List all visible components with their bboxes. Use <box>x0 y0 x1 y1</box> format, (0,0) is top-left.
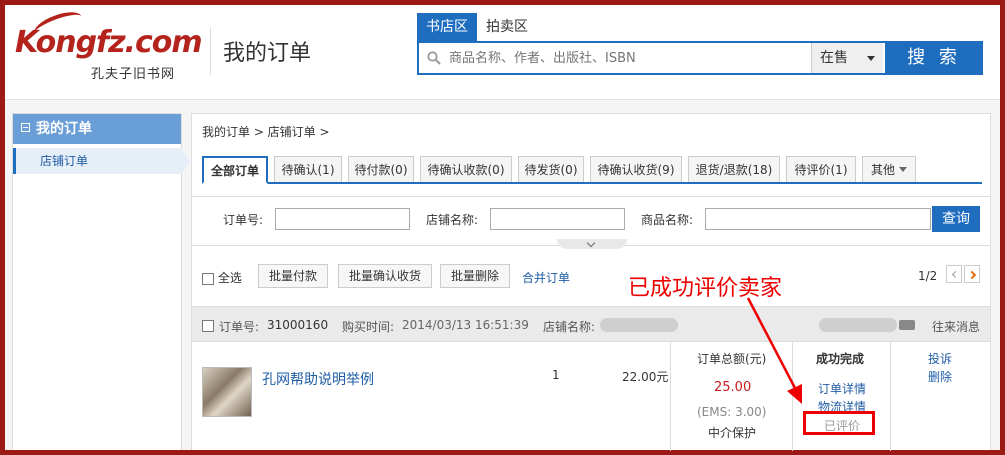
tab-returns-refunds[interactable]: 退货/退款(18) <box>688 156 780 182</box>
sidebar-heading-label: 我的订单 <box>36 121 92 137</box>
collapse-filter-handle[interactable] <box>557 239 627 249</box>
order-detail-link[interactable]: 订单详情 <box>818 380 866 397</box>
order-header: 订单号: 31000160 购买时间: 2014/03/13 16:51:39 … <box>192 306 990 342</box>
order-select[interactable] <box>202 318 214 332</box>
tab-to-review[interactable]: 待评价(1) <box>786 156 856 182</box>
annotation-highlight-box <box>803 411 875 435</box>
search-icon <box>427 51 441 65</box>
tab-all-orders[interactable]: 全部订单 <box>202 156 268 184</box>
next-page-button[interactable] <box>964 265 980 283</box>
logo-text: Kongfz.com <box>15 25 203 60</box>
page-title: 我的订单 <box>223 41 312 66</box>
unit-price: 22.00元 <box>622 370 669 384</box>
tab-to-confirm[interactable]: 待确认(1) <box>274 156 342 182</box>
redacted-seller-name <box>819 318 897 332</box>
logo-subtitle: 孔夫子旧书网 <box>91 67 176 82</box>
header-divider <box>210 27 211 75</box>
escrow-label: 中介保护 <box>708 426 757 440</box>
order-no-label: 订单号: <box>219 320 260 334</box>
annotation-arrow <box>746 297 802 404</box>
site-logo[interactable]: Kongfz.com 孔夫子旧书网 <box>13 7 203 82</box>
order-number: 31000160 <box>267 318 329 332</box>
select-all-label: 全选 <box>217 271 242 285</box>
order-checkbox[interactable] <box>202 319 214 332</box>
sidebar-item-shop-orders[interactable]: 店铺订单 <box>13 148 190 174</box>
column-divider <box>670 342 671 451</box>
column-divider <box>890 342 891 451</box>
contact-messages-link[interactable]: 往来消息 <box>932 318 980 335</box>
search-tabs: 书店区 拍卖区 <box>417 13 537 41</box>
product-name-label: 商品名称: <box>641 213 694 227</box>
shop-name-label: 店铺名称: <box>543 320 596 334</box>
product-name-input[interactable] <box>705 208 931 230</box>
batch-delete-button[interactable]: 批量删除 <box>440 264 510 288</box>
batch-toolbar: 全选 批量付款 批量确认收货 批量删除 合并订单 1/2 <box>192 259 990 295</box>
chevron-down-icon <box>867 56 875 61</box>
search-box: 在售 搜 索 <box>417 41 983 75</box>
product-title-link[interactable]: 孔网帮助说明举例 <box>262 369 374 389</box>
prev-page-button[interactable] <box>946 265 962 283</box>
tab-other[interactable]: 其他 <box>862 156 916 182</box>
search-button[interactable]: 搜 索 <box>885 41 983 75</box>
shop-name-label: 店铺名称: <box>426 213 479 227</box>
delete-order-link[interactable]: 删除 <box>928 368 952 385</box>
redacted-shop-name <box>600 318 678 332</box>
order-tabs: 全部订单 待确认(1) 待付款(0) 待确认收款(0) 待发货(0) 待确认收货… <box>202 156 982 184</box>
purchase-time-label: 购买时间: <box>342 320 395 334</box>
shop-name-input[interactable] <box>490 208 625 230</box>
tab-bookstore[interactable]: 书店区 <box>417 13 477 41</box>
chevron-down-icon <box>899 167 907 172</box>
tab-to-confirm-payment[interactable]: 待确认收款(0) <box>420 156 512 182</box>
page-indicator: 1/2 <box>918 269 938 283</box>
merge-orders-link[interactable]: 合并订单 <box>522 269 570 286</box>
sale-status-value: 在售 <box>820 50 848 66</box>
chat-icon[interactable] <box>899 320 915 330</box>
purchase-time: 2014/03/13 16:51:39 <box>402 318 529 332</box>
search-input[interactable] <box>449 43 809 73</box>
order-no-label: 订单号: <box>223 213 264 227</box>
breadcrumb: 我的订单 > 店铺订单 > <box>202 125 330 139</box>
sale-status-select[interactable]: 在售 <box>811 43 883 73</box>
site-header: Kongfz.com 孔夫子旧书网 我的订单 书店区拍卖区 在售 搜 索 <box>5 5 1000 100</box>
main-panel: 我的订单 > 店铺订单 > 全部订单 待确认(1) 待付款(0) 待确认收款(0… <box>191 113 991 451</box>
tab-other-label: 其他 <box>870 163 895 177</box>
collapse-icon <box>21 123 30 132</box>
complain-link[interactable]: 投诉 <box>928 350 952 367</box>
tab-to-ship[interactable]: 待发货(0) <box>518 156 584 182</box>
batch-confirm-button[interactable]: 批量确认收货 <box>338 264 432 288</box>
batch-pay-button[interactable]: 批量付款 <box>258 264 328 288</box>
tab-auction[interactable]: 拍卖区 <box>477 13 537 41</box>
order-status: 成功完成 <box>816 352 865 366</box>
sidebar: 我的订单 店铺订单 <box>12 113 190 450</box>
query-button[interactable]: 查询 <box>932 206 980 232</box>
sidebar-heading[interactable]: 我的订单 <box>13 114 181 144</box>
tab-to-pay[interactable]: 待付款(0) <box>348 156 414 182</box>
quantity: 1 <box>552 368 560 382</box>
select-all-checkbox[interactable] <box>202 272 214 285</box>
tab-to-receive[interactable]: 待确认收货(9) <box>590 156 682 182</box>
product-thumbnail[interactable] <box>202 367 252 417</box>
select-all[interactable]: 全选 <box>202 269 242 286</box>
order-no-input[interactable] <box>275 208 410 230</box>
